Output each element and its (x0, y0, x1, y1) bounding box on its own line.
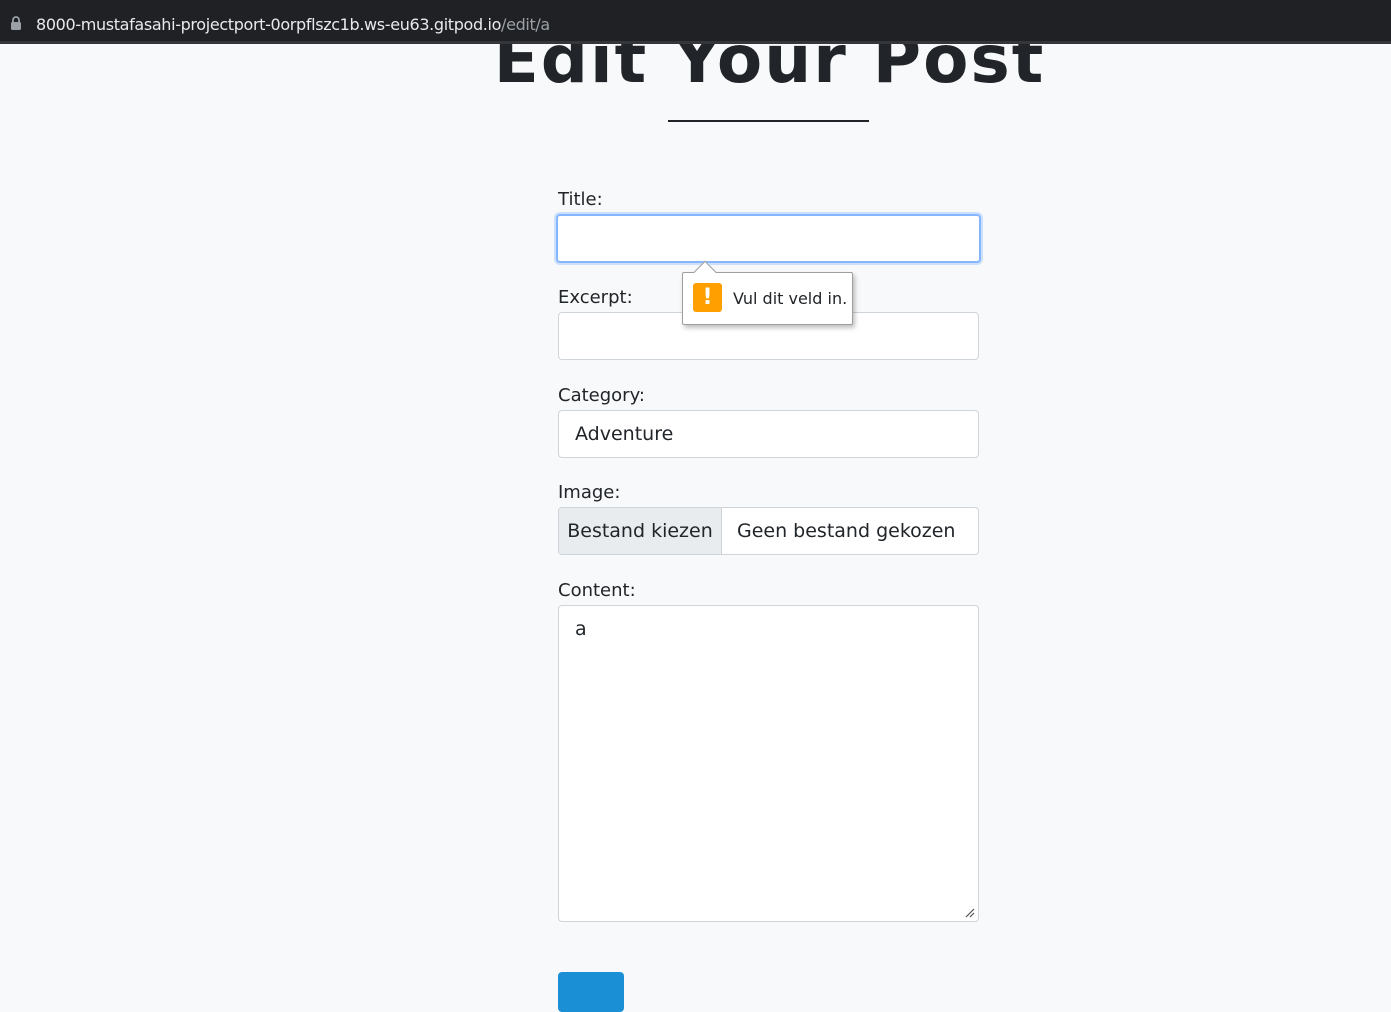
choose-file-button[interactable]: Bestand kiezen (559, 508, 722, 554)
content-textarea[interactable]: a (558, 605, 979, 922)
heading-divider (668, 120, 869, 122)
page-heading-area: Edit Your Post (0, 44, 1391, 104)
lock-icon[interactable] (10, 16, 22, 30)
category-input[interactable]: Adventure (558, 410, 979, 458)
validation-tooltip: ! Vul dit veld in. (682, 260, 853, 325)
content-label: Content: (558, 580, 636, 601)
validation-message: Vul dit veld in. (733, 289, 848, 308)
resize-handle-icon[interactable] (965, 908, 975, 918)
file-status-text: Geen bestand gekozen (737, 520, 956, 542)
browser-address-bar: 8000-mustafasahi-projectport-0orpflszc1b… (0, 0, 1391, 44)
image-label: Image: (558, 482, 621, 503)
page-title: Edit Your Post (493, 44, 1046, 98)
warning-icon: ! (693, 283, 722, 312)
content-text: a (575, 618, 587, 640)
tooltip-arrow (693, 260, 717, 284)
url-path: /edit/a (501, 15, 550, 34)
url-text[interactable]: 8000-mustafasahi-projectport-0orpflszc1b… (36, 15, 550, 34)
title-label: Title: (558, 189, 603, 210)
url-field[interactable]: 8000-mustafasahi-projectport-0orpflszc1b… (0, 4, 1391, 40)
url-host: 8000-mustafasahi-projectport-0orpflszc1b… (36, 15, 502, 34)
title-input[interactable] (556, 214, 981, 263)
category-label: Category: (558, 385, 645, 406)
excerpt-label: Excerpt: (558, 287, 633, 308)
submit-button[interactable] (558, 972, 624, 1012)
image-file-input[interactable]: Bestand kiezen Geen bestand gekozen (558, 507, 979, 555)
